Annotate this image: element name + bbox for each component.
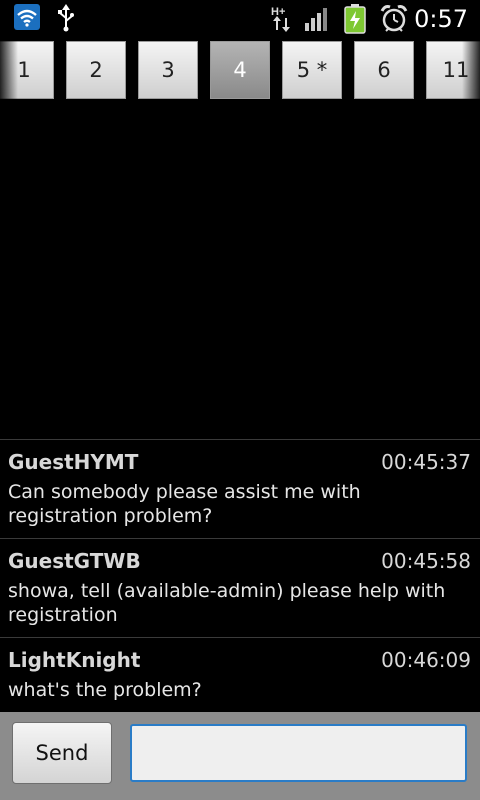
message-text: what's the problem?	[8, 679, 202, 701]
network-label: H+	[271, 6, 285, 18]
battery-charging-icon	[344, 4, 366, 39]
status-bar: H+ 0:57	[0, 0, 480, 38]
clock-time: 0:57	[414, 5, 468, 33]
wifi-icon	[14, 4, 40, 35]
message-username: LightKnight	[8, 648, 141, 672]
message-timestamp: 00:46:09	[381, 648, 471, 672]
tab-1[interactable]: 1	[0, 41, 54, 99]
message-item: GuestHYMT 00:45:37 Can somebody please a…	[0, 440, 480, 539]
alarm-icon	[380, 4, 408, 39]
send-button[interactable]: Send	[12, 722, 112, 784]
message-timestamp: 00:45:58	[381, 549, 471, 573]
message-list[interactable]: GuestHYMT 00:45:37 Can somebody please a…	[0, 439, 480, 712]
tab-3[interactable]: 3	[138, 41, 198, 99]
message-item: LightKnight 00:46:09 what's the problem?	[0, 638, 480, 712]
message-username: GuestGTWB	[8, 549, 141, 573]
signal-icon	[304, 6, 332, 37]
usb-icon	[56, 4, 76, 37]
tab-11[interactable]: 11	[426, 41, 480, 99]
tab-6[interactable]: 6	[354, 41, 414, 99]
message-item: GuestGTWB 00:45:58 showa, tell (availabl…	[0, 539, 480, 638]
message-username: GuestHYMT	[8, 450, 139, 474]
tab-4[interactable]: 4	[210, 41, 270, 99]
message-timestamp: 00:45:37	[381, 450, 471, 474]
message-text: Can somebody please assist me with regis…	[8, 481, 361, 527]
composer-bar: Send	[0, 712, 480, 800]
tab-5[interactable]: 5 *	[282, 41, 342, 99]
tab-2[interactable]: 2	[66, 41, 126, 99]
message-input[interactable]	[130, 724, 467, 782]
message-text: showa, tell (available-admin) please hel…	[8, 580, 446, 626]
hspa-icon: H+	[270, 4, 294, 37]
channel-tab-strip[interactable]: 1 2 3 4 5 * 6 11	[0, 38, 480, 104]
